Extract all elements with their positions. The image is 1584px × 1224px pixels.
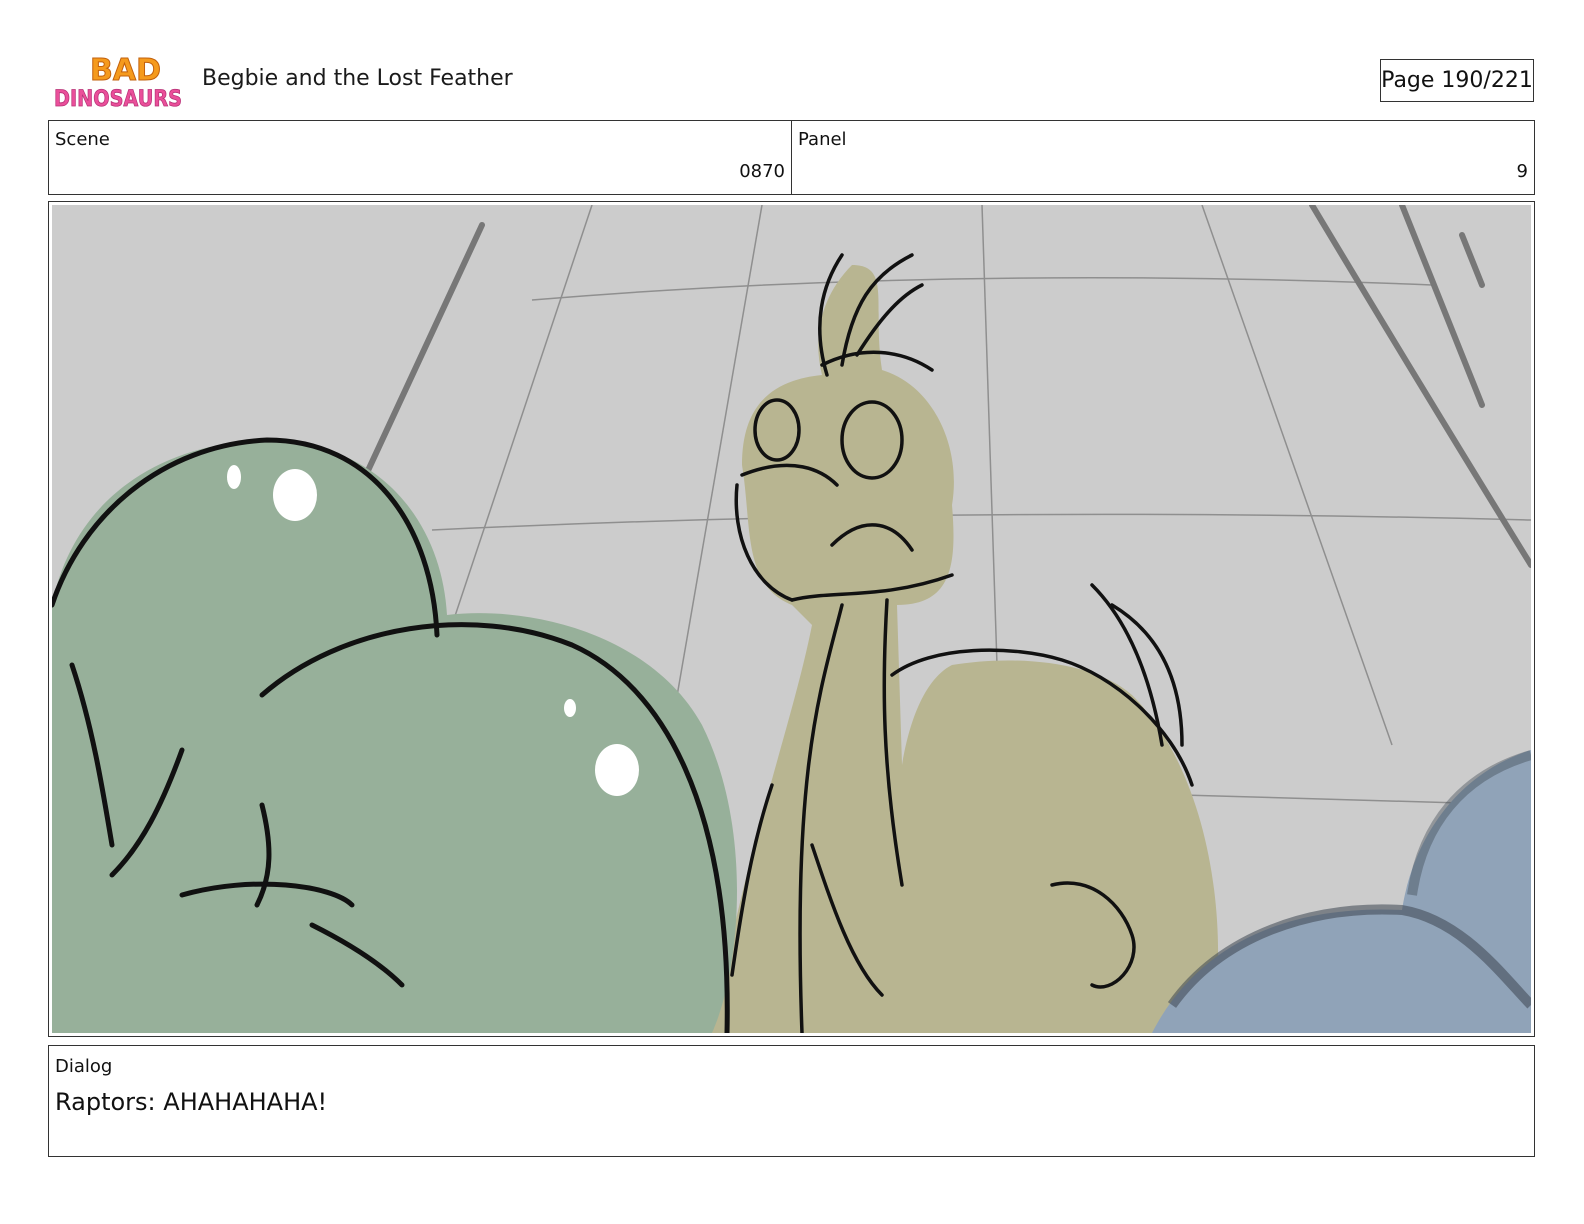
scene-value: 0870 [739, 161, 785, 182]
dialog-label: Dialog [55, 1056, 113, 1077]
dialog-box: Dialog Raptors: AHAHAHAHA! [48, 1045, 1535, 1157]
svg-text:BAD: BAD [90, 53, 161, 88]
dialog-text: Raptors: AHAHAHAHA! [55, 1088, 328, 1116]
storyboard-illustration [52, 205, 1531, 1033]
page-indicator: Page 190/221 [1380, 59, 1534, 102]
svg-text:DINOSAURS: DINOSAURS [54, 87, 182, 112]
scene-panel-info: Scene 0870 Panel 9 [48, 120, 1535, 195]
panel-label: Panel [798, 129, 847, 150]
bad-dinosaurs-logo: BAD DINOSAURS [54, 53, 183, 113]
scene-label: Scene [55, 129, 110, 150]
storyboard-frame [48, 201, 1535, 1037]
panel-cell: Panel 9 [791, 121, 1534, 194]
document-title: Begbie and the Lost Feather [202, 66, 513, 91]
panel-value: 9 [1516, 161, 1528, 182]
scene-cell: Scene 0870 [49, 121, 791, 194]
